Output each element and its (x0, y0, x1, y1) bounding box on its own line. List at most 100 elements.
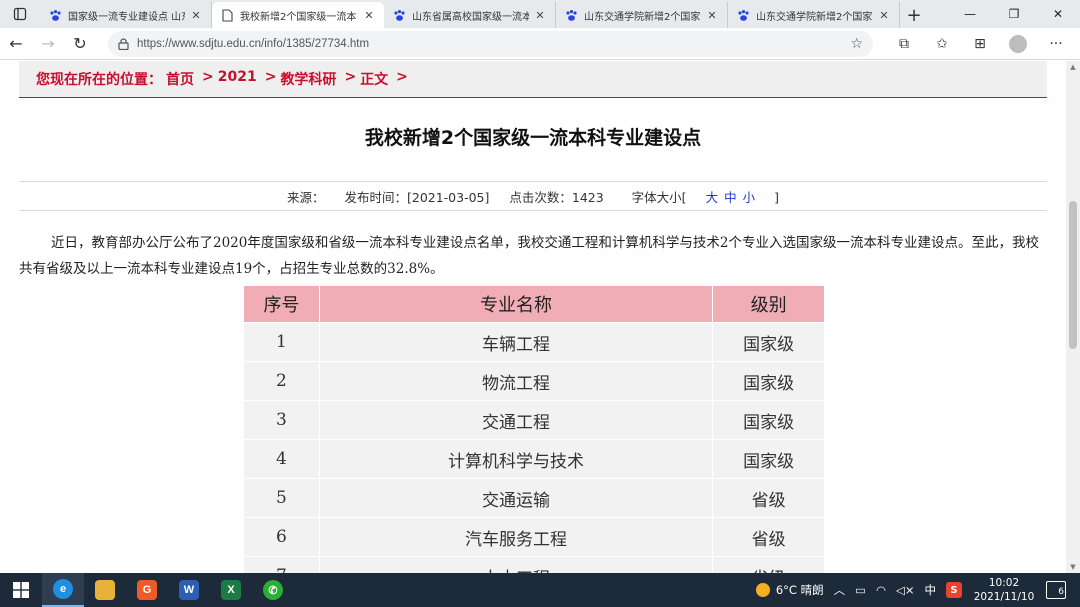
tab-4[interactable]: 山东交通学院新增2个国家 ✕ (556, 2, 728, 28)
windows-taskbar: e G W X ✆ 6°C 晴朗 ︿ ▭ ◠ ◁× 中 S 10:02 2021… (0, 573, 1080, 607)
app-g-icon: G (137, 580, 157, 600)
windows-logo-icon (13, 582, 29, 598)
close-tab-icon[interactable]: ✕ (533, 9, 547, 22)
edge-icon: e (53, 579, 73, 599)
back-button[interactable]: ← (0, 30, 32, 58)
table-row: 6 汽车服务工程 省级 (243, 517, 825, 557)
wechat-icon: ✆ (263, 580, 283, 600)
taskbar-edge[interactable]: e (42, 573, 84, 607)
maximize-icon: ❐ (1008, 7, 1020, 21)
window-controls: — ❐ ✕ (948, 0, 1080, 28)
tray-overflow-button[interactable]: ︿ (834, 582, 846, 598)
page-title: 我校新增2个国家级一流本科专业建设点 (364, 127, 702, 149)
more-menu-button[interactable]: ··· (1037, 30, 1075, 58)
volume-muted-icon: ◁× (896, 583, 915, 597)
refresh-icon: ↻ (73, 34, 87, 53)
tab-actions-button[interactable] (0, 0, 40, 28)
taskbar-wechat[interactable]: ✆ (252, 573, 294, 607)
taskbar-word[interactable]: W (168, 573, 210, 607)
notification-icon: 6 (1046, 581, 1066, 599)
favorites-button[interactable]: ✩ (923, 30, 961, 58)
font-size-close: ] (774, 190, 779, 205)
favorite-star-icon[interactable]: ☆ (850, 36, 863, 52)
header-major-name: 专业名称 (318, 285, 714, 323)
breadcrumb-item[interactable]: 2021 (218, 69, 257, 89)
tab-5[interactable]: 山东交通学院新增2个国家 ✕ (728, 2, 900, 28)
volume-button[interactable]: ◁× (896, 583, 914, 597)
notification-center-button[interactable]: 6 (1046, 581, 1066, 599)
refresh-button[interactable]: ↻ (64, 30, 96, 58)
tab-3[interactable]: 山东省属高校国家级一流本 ✕ (384, 2, 556, 28)
cell-index: 6 (243, 517, 320, 557)
battery-button[interactable]: ▭ (855, 583, 866, 597)
baidu-paw-icon (48, 8, 62, 22)
cell-index: 3 (243, 400, 320, 440)
sogou-ime-button[interactable]: S (946, 582, 962, 598)
majors-table: 序号 专业名称 级别 1 车辆工程 国家级 2 物流工程 国家级 3 交通工程 国家级 4 计算机科… (243, 285, 825, 573)
cell-level: 省级 (712, 517, 825, 557)
cell-major-name: 计算机科学与技术 (318, 439, 714, 479)
breadcrumb-item[interactable]: 正文 (360, 69, 388, 89)
tab-2[interactable]: 我校新增2个国家级一流本 ✕ (212, 2, 384, 28)
tab-strip: 国家级一流专业建设点 山东 ✕ 我校新增2个国家级一流本 ✕ 山东省属高校国家级一流本 ✕… (0, 0, 1080, 28)
close-tab-icon[interactable]: ✕ (705, 9, 719, 22)
tab-actions-icon (13, 7, 27, 21)
weather-widget[interactable]: 6°C 晴朗 (755, 582, 824, 598)
browser-toolbar: ← → ↻ https://www.sdjtu.edu.cn/info/1385… (0, 28, 1080, 60)
close-tab-icon[interactable]: ✕ (189, 9, 203, 22)
table-row: 7土木工程省级 (243, 556, 825, 573)
cell-major-name: 土木工程 (318, 556, 714, 573)
close-tab-icon[interactable]: ✕ (877, 9, 891, 22)
plus-icon: + (906, 4, 922, 26)
wifi-button[interactable]: ◠ (876, 583, 886, 597)
divider (19, 210, 1047, 211)
forward-button[interactable]: → (32, 30, 64, 58)
font-size-option[interactable]: 大 (706, 190, 719, 205)
table-row: 3 交通工程 国家级 (243, 400, 825, 440)
scroll-up-arrow-icon[interactable]: ▲ (1066, 63, 1080, 71)
address-bar[interactable]: https://www.sdjtu.edu.cn/info/1385/27734… (108, 30, 873, 57)
notification-count: 6 (1058, 587, 1064, 597)
battery-icon: ▭ (855, 583, 866, 597)
minimize-button[interactable]: — (948, 0, 992, 28)
vertical-scrollbar[interactable]: ▲ ▼ (1066, 61, 1080, 573)
tab-1[interactable]: 国家级一流专业建设点 山东 ✕ (40, 2, 212, 28)
font-size-option[interactable]: 小 (743, 190, 756, 205)
collections-button[interactable]: ⊞ (961, 30, 999, 58)
url-text[interactable]: https://www.sdjtu.edu.cn/info/1385/27734… (137, 38, 850, 50)
close-tab-icon[interactable]: ✕ (362, 9, 376, 22)
font-size-control: 字体大小[大中小] (624, 190, 787, 205)
ellipsis-icon: ··· (1049, 35, 1063, 52)
taskbar-app-g[interactable]: G (126, 573, 168, 607)
cell-level: 省级 (712, 556, 825, 573)
scroll-down-arrow-icon[interactable]: ▼ (1066, 563, 1080, 571)
cell-level: 国家级 (712, 361, 825, 401)
start-button[interactable] (0, 573, 42, 607)
taskbar-file-explorer[interactable] (84, 573, 126, 607)
breadcrumb-separator: > (344, 69, 357, 85)
tab-title: 山东交通学院新增2个国家 (756, 11, 873, 23)
clock[interactable]: 10:02 2021/11/10 (972, 576, 1036, 604)
maximize-button[interactable]: ❐ (992, 0, 1036, 28)
page-icon (220, 8, 234, 22)
scrollbar-thumb[interactable] (1069, 201, 1077, 349)
cell-major-name: 交通运输 (318, 478, 714, 518)
cell-level: 省级 (712, 478, 825, 518)
profile-button[interactable] (999, 30, 1037, 58)
breadcrumb-item[interactable]: 首页 (166, 69, 194, 89)
table-row: 2 物流工程 国家级 (243, 361, 825, 401)
breadcrumb-item[interactable]: 教学科研 (280, 69, 336, 89)
breadcrumb-separator: > (264, 69, 277, 85)
new-tab-button[interactable]: + (900, 2, 928, 28)
extensions-button[interactable]: ⧉ (885, 30, 923, 58)
taskbar-excel[interactable]: X (210, 573, 252, 607)
puzzle-icon: ⧉ (899, 35, 909, 52)
cell-index: 2 (243, 361, 320, 401)
clock-date: 2021/11/10 (973, 591, 1035, 603)
font-size-option[interactable]: 中 (724, 190, 737, 205)
tab-title: 我校新增2个国家级一流本 (240, 11, 357, 23)
ime-indicator[interactable]: 中 (925, 582, 937, 598)
article-paragraph: 近日，教育部办公厅公布了2020年度国家级和省级一流本科专业建设点名单，我校交通… (19, 235, 1039, 277)
cell-index: 5 (243, 478, 320, 518)
close-window-button[interactable]: ✕ (1036, 0, 1080, 28)
